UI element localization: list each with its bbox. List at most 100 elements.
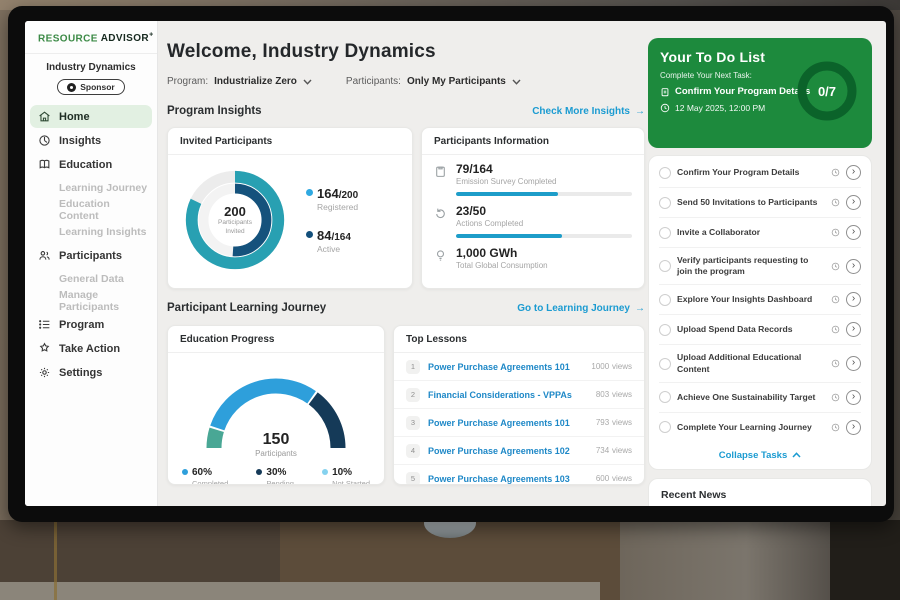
task-checkbox[interactable] <box>659 391 671 403</box>
lesson-views-count: 793 <box>596 418 609 427</box>
sidebar-item-program[interactable]: Program <box>30 313 152 336</box>
task-open-button[interactable]: › <box>846 195 861 210</box>
lesson-row: 1 Power Purchase Agreements 101 1000 vie… <box>394 353 644 381</box>
lesson-link[interactable]: Power Purchase Agreements 103 <box>428 474 596 484</box>
info-label: Actions Completed <box>456 219 523 228</box>
invited-participants-card: Invited Participants 200 Participants In… <box>167 127 413 289</box>
sidebar-item-education-content[interactable]: Education Content <box>30 199 152 221</box>
lesson-link[interactable]: Power Purchase Agreements 101 <box>428 418 596 428</box>
collapse-tasks-link[interactable]: Collapse Tasks <box>659 442 861 467</box>
divider <box>25 53 157 54</box>
check-more-insights-link[interactable]: Check More Insights → <box>532 106 645 117</box>
legend-dot <box>322 469 328 475</box>
sidebar-item-manage-participants[interactable]: Manage Participants <box>30 290 152 312</box>
sidebar-item-label: Manage Participants <box>59 289 152 313</box>
task-checkbox[interactable] <box>659 324 671 336</box>
lesson-views-count: 600 <box>596 474 609 483</box>
task-open-button[interactable]: › <box>846 225 861 240</box>
lesson-link[interactable]: Power Purchase Agreements 102 <box>428 446 596 456</box>
task-row[interactable]: Invite a Collaborator › <box>659 218 861 248</box>
sponsor-icon <box>67 83 76 92</box>
program-icon <box>38 318 51 331</box>
sidebar-item-take-action[interactable]: Take Action <box>30 337 152 360</box>
donut-center-value: 200 <box>224 204 246 219</box>
task-open-button[interactable]: › <box>846 390 861 405</box>
program-filter[interactable]: Program: Industrialize Zero <box>167 76 312 87</box>
task-checkbox[interactable] <box>659 197 671 209</box>
invited-donut-chart: 200 Participants Invited <box>176 161 294 279</box>
task-checkbox[interactable] <box>659 294 671 306</box>
actions-icon <box>434 207 447 220</box>
legend-registered: 164/200 Registered <box>306 186 358 212</box>
task-checkbox[interactable] <box>659 421 671 433</box>
sidebar-item-learning-journey[interactable]: Learning Journey <box>30 177 152 199</box>
task-checkbox[interactable] <box>659 227 671 239</box>
todo-task-list: Confirm Your Program Details › Send 50 I… <box>648 155 872 470</box>
task-label: Complete Your Learning Journey <box>677 422 825 433</box>
info-value: 23/50 <box>456 204 523 218</box>
sidebar-item-general-data[interactable]: General Data <box>30 268 152 290</box>
filter-bar: Program: Industrialize Zero Participants… <box>167 76 521 87</box>
room-background <box>620 520 830 600</box>
sidebar-item-settings[interactable]: Settings <box>30 361 152 384</box>
participants-filter-value: Only My Participants <box>407 76 506 87</box>
sidebar-item-label: Participants <box>59 250 122 262</box>
sidebar-item-insights[interactable]: Insights <box>30 129 152 152</box>
task-label: Invite a Collaborator <box>677 227 825 238</box>
participants-filter-label: Participants: <box>346 76 401 87</box>
page-title: Welcome, Industry Dynamics <box>167 41 436 63</box>
sidebar-item-learning-insights[interactable]: Learning Insights <box>30 221 152 243</box>
education-legend: 60% Completed 30% Pending 10% Not Starte… <box>168 458 384 485</box>
sidebar-item-education[interactable]: Education <box>30 153 152 176</box>
legend-dot <box>182 469 188 475</box>
program-filter-label: Program: <box>167 76 208 87</box>
legend-not-started: 10% Not Started <box>322 467 370 485</box>
info-label: Total Global Consumption <box>456 261 548 270</box>
task-open-button[interactable]: › <box>846 165 861 180</box>
info-row-emission-survey: 79/164 Emission Survey Completed <box>434 162 632 196</box>
task-checkbox[interactable] <box>659 260 671 272</box>
lesson-link[interactable]: Power Purchase Agreements 101 <box>428 362 591 372</box>
task-clock-icon <box>831 168 840 177</box>
lesson-row: 4 Power Purchase Agreements 102 734 view… <box>394 437 644 465</box>
task-row[interactable]: Complete Your Learning Journey › <box>659 413 861 442</box>
sidebar: RESOURCE ADVISOR+ Industry Dynamics Spon… <box>25 21 158 506</box>
section-title: Participant Learning Journey <box>167 302 326 314</box>
top-lessons-card: Top Lessons 1 Power Purchase Agreements … <box>393 325 645 485</box>
link-label: Check More Insights <box>532 106 630 117</box>
task-row[interactable]: Confirm Your Program Details › <box>659 158 861 188</box>
chevron-down-icon <box>512 79 521 85</box>
task-row[interactable]: Upload Additional Educational Content › <box>659 345 861 382</box>
lesson-link[interactable]: Financial Considerations - VPPAs <box>428 390 596 400</box>
legend-pending: 30% Pending <box>256 467 294 485</box>
task-open-button[interactable]: › <box>846 322 861 337</box>
task-checkbox[interactable] <box>659 167 671 179</box>
task-clock-icon <box>831 423 840 432</box>
task-row[interactable]: Upload Spend Data Records › <box>659 315 861 345</box>
sidebar-item-home[interactable]: Home <box>30 105 152 128</box>
task-row[interactable]: Explore Your Insights Dashboard › <box>659 285 861 315</box>
card-title: Education Progress <box>168 326 384 353</box>
go-to-learning-journey-link[interactable]: Go to Learning Journey → <box>517 303 645 314</box>
task-label: Verify participants requesting to join t… <box>677 255 825 277</box>
task-open-button[interactable]: › <box>846 356 861 371</box>
task-open-button[interactable]: › <box>846 259 861 274</box>
sidebar-nav: Home Insights Education Learning Journey… <box>25 105 157 384</box>
todo-due-label: 12 May 2025, 12:00 PM <box>675 103 765 113</box>
participants-filter[interactable]: Participants: Only My Participants <box>346 76 521 87</box>
info-value: 1,000 GWh <box>456 246 548 260</box>
survey-icon <box>434 165 447 178</box>
task-open-button[interactable]: › <box>846 420 861 435</box>
task-row[interactable]: Achieve One Sustainability Target › <box>659 383 861 413</box>
card-title: Invited Participants <box>168 128 412 155</box>
sidebar-item-participants[interactable]: Participants <box>30 244 152 267</box>
task-open-button[interactable]: › <box>846 292 861 307</box>
task-checkbox[interactable] <box>659 358 671 370</box>
education-progress-card: Education Progress 150 Participants 60% … <box>167 325 385 485</box>
info-value: 79/164 <box>456 162 556 176</box>
task-clock-icon <box>831 262 840 271</box>
task-row[interactable]: Verify participants requesting to join t… <box>659 248 861 285</box>
task-row[interactable]: Send 50 Invitations to Participants › <box>659 188 861 218</box>
sponsor-badge: Sponsor <box>57 79 124 95</box>
sidebar-item-label: Settings <box>59 367 102 379</box>
